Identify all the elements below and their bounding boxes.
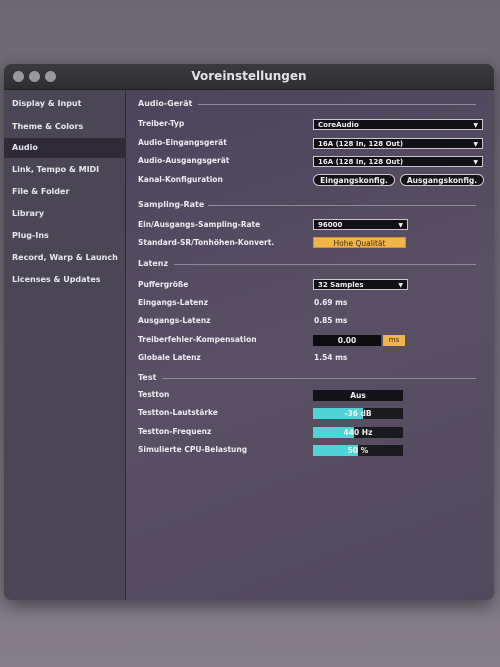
- test-tone-volume-slider[interactable]: -36 dB: [313, 408, 403, 419]
- sampling-rate-dropdown[interactable]: 96000 ▼: [313, 219, 408, 230]
- sampling-rate-value: 96000: [318, 221, 343, 229]
- output-config-button[interactable]: Ausgangskonfig.: [400, 174, 484, 186]
- sidebar-item-library[interactable]: Library: [4, 204, 125, 224]
- sampling-rate-label: Ein/Ausgangs-Sampling-Rate: [138, 220, 261, 229]
- window-title: Voreinstellungen: [191, 69, 307, 83]
- overall-latency-label: Globale Latenz: [138, 353, 201, 362]
- sidebar-item-display-input[interactable]: Display & Input: [4, 94, 125, 114]
- input-config-button[interactable]: Eingangskonfig.: [313, 174, 395, 186]
- buffer-size-value: 32 Samples: [318, 281, 364, 289]
- driver-error-comp-input[interactable]: 0.00: [313, 335, 381, 346]
- simulated-cpu-value: 50 %: [347, 446, 369, 455]
- buffer-size-label: Puffergröße: [138, 280, 189, 289]
- preferences-window: Voreinstellungen Display & Input Theme &…: [4, 64, 494, 600]
- driver-error-comp-label: Treiberfehler-Kompensation: [138, 335, 257, 344]
- chevron-down-icon: ▼: [473, 122, 478, 129]
- test-tone-frequency-value: 440 Hz: [343, 428, 373, 437]
- sidebar-item-record-warp-launch[interactable]: Record, Warp & Launch: [4, 248, 125, 268]
- test-tone-frequency-slider[interactable]: 440 Hz: [313, 427, 403, 438]
- title-bar: Voreinstellungen: [4, 64, 494, 90]
- audio-settings-panel: Audio-Gerät Treiber-Typ CoreAudio ▼ Audi…: [126, 90, 494, 600]
- sidebar: Display & Input Theme & Colors Audio Lin…: [4, 90, 126, 600]
- audio-output-device-label: Audio-Ausgangsgerät: [138, 156, 230, 165]
- driver-type-value: CoreAudio: [318, 121, 359, 129]
- test-tone-frequency-label: Testton-Frequenz: [138, 427, 212, 436]
- output-latency-value: 0.85 ms: [314, 316, 348, 325]
- section-latency: Latenz: [138, 259, 169, 268]
- sidebar-item-theme-colors[interactable]: Theme & Colors: [4, 117, 125, 137]
- test-tone-label: Testton: [138, 390, 170, 399]
- test-tone-toggle[interactable]: Aus: [313, 390, 403, 401]
- driver-type-label: Treiber-Typ: [138, 119, 185, 128]
- input-latency-value: 0.69 ms: [314, 298, 348, 307]
- section-divider: [174, 264, 476, 265]
- section-divider: [198, 104, 476, 105]
- input-latency-label: Eingangs-Latenz: [138, 298, 208, 307]
- high-quality-toggle[interactable]: Hohe Qualität: [313, 237, 406, 248]
- driver-error-comp-unit: ms: [383, 335, 405, 346]
- chevron-down-icon: ▼: [473, 141, 478, 148]
- simulated-cpu-label: Simulierte CPU-Belastung: [138, 445, 248, 454]
- chevron-down-icon: ▼: [473, 159, 478, 166]
- section-divider: [162, 378, 476, 379]
- sidebar-item-link-tempo-midi[interactable]: Link, Tempo & MIDI: [4, 160, 125, 180]
- sidebar-item-file-folder[interactable]: File & Folder: [4, 182, 125, 202]
- test-tone-volume-label: Testton-Lautstärke: [138, 408, 218, 417]
- sr-conversion-label: Standard-SR/Tonhöhen-Konvert.: [138, 238, 275, 247]
- section-sampling-rate: Sampling-Rate: [138, 200, 205, 209]
- section-divider: [208, 205, 476, 206]
- chevron-down-icon: ▼: [398, 222, 403, 229]
- audio-input-device-value: 16A (128 In, 128 Out): [318, 140, 404, 148]
- driver-type-dropdown[interactable]: CoreAudio ▼: [313, 119, 483, 130]
- test-tone-volume-value: -36 dB: [344, 409, 372, 418]
- section-audio-device: Audio-Gerät: [138, 99, 193, 108]
- sidebar-item-audio[interactable]: Audio: [4, 138, 125, 158]
- sidebar-item-licenses-updates[interactable]: Licenses & Updates: [4, 270, 125, 290]
- output-latency-label: Ausgangs-Latenz: [138, 316, 211, 325]
- simulated-cpu-slider[interactable]: 50 %: [313, 445, 403, 456]
- chevron-down-icon: ▼: [398, 282, 403, 289]
- section-test: Test: [138, 373, 157, 382]
- audio-input-device-dropdown[interactable]: 16A (128 In, 128 Out) ▼: [313, 138, 483, 149]
- audio-output-device-dropdown[interactable]: 16A (128 In, 128 Out) ▼: [313, 156, 483, 167]
- sidebar-item-plug-ins[interactable]: Plug-Ins: [4, 226, 125, 246]
- audio-output-device-value: 16A (128 In, 128 Out): [318, 158, 404, 166]
- overall-latency-value: 1.54 ms: [314, 353, 348, 362]
- channel-config-label: Kanal-Konfiguration: [138, 175, 223, 184]
- buffer-size-dropdown[interactable]: 32 Samples ▼: [313, 279, 408, 290]
- audio-input-device-label: Audio-Eingangsgerät: [138, 138, 227, 147]
